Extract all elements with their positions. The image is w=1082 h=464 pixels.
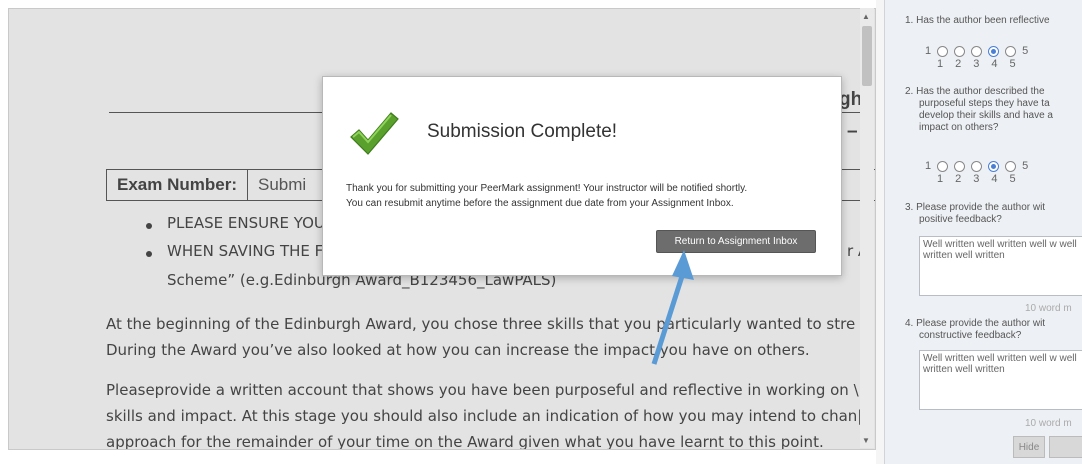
exam-number-label: Exam Number:: [107, 170, 248, 200]
secondary-button[interactable]: [1049, 436, 1082, 458]
bullet-dot: [146, 223, 152, 229]
scale-number: 3: [973, 173, 980, 185]
scale-number: 2: [955, 58, 962, 70]
q2-radio-3[interactable]: [971, 160, 983, 172]
scale-min-label: 1: [925, 160, 932, 172]
q1-radio-5[interactable]: [1005, 45, 1017, 57]
checkmark-icon: [350, 112, 399, 155]
q2-radio-2[interactable]: [954, 160, 966, 172]
question-3-line-2: positive feedback?: [919, 214, 1002, 225]
q1-radio-1[interactable]: [937, 45, 949, 57]
q1-radio-3[interactable]: [971, 45, 983, 57]
question-4-line-2: constructive feedback?: [919, 330, 1022, 341]
scale-number: 4: [991, 58, 998, 70]
dialog-message-line-1: Thank you for submitting your PeerMark a…: [346, 183, 748, 194]
q1-radio-4[interactable]: [988, 45, 1000, 57]
scale-max-label: 5: [1022, 45, 1029, 57]
question-1-scale: 1 5: [925, 45, 1028, 57]
scroll-down-icon[interactable]: ▼: [862, 436, 870, 445]
constructive-feedback-textarea[interactable]: Well written well written well w well wr…: [919, 350, 1082, 410]
question-2-scale: 1 5: [925, 160, 1028, 172]
document-heading-dash: –: [847, 121, 858, 142]
dialog-title: Submission Complete!: [427, 121, 618, 142]
submission-complete-dialog: Submission Complete! Thank you for submi…: [322, 76, 842, 276]
q2-radio-1[interactable]: [937, 160, 949, 172]
document-scroll-thumb[interactable]: [862, 26, 872, 86]
q2-radio-4[interactable]: [988, 160, 1000, 172]
question-4-line-1: 4. Please provide the author wit: [905, 318, 1046, 329]
word-count-3: 10 word m: [1025, 303, 1072, 314]
paragraph-1-line-1: At the beginning of the Edinburgh Award,…: [106, 315, 856, 333]
question-2-line-2: purposeful steps they have ta: [919, 98, 1050, 109]
return-to-assignment-inbox-button[interactable]: Return to Assignment Inbox: [656, 230, 816, 253]
question-2-line-1: 2. Has the author described the: [905, 86, 1045, 97]
question-1-scale-numbers: 1 2 3 4 5: [937, 58, 1016, 70]
scale-number: 3: [973, 58, 980, 70]
word-count-4: 10 word m: [1025, 418, 1072, 429]
scale-max-label: 5: [1022, 160, 1029, 172]
paragraph-2-line-2: skills and impact. At this stage you sho…: [106, 407, 863, 425]
scale-number: 4: [991, 173, 998, 185]
peermark-questions-panel: 1. Has the author been reflective 1 5 1 …: [884, 0, 1082, 464]
q1-radio-2[interactable]: [954, 45, 966, 57]
scale-number: 2: [955, 173, 962, 185]
scale-min-label: 1: [925, 45, 932, 57]
bullet-item-1: PLEASE ENSURE YOU: [167, 214, 325, 232]
question-2-line-3: develop their skills and have a: [919, 110, 1053, 121]
dialog-message-line-2: You can resubmit anytime before the assi…: [346, 198, 734, 209]
paragraph-1-line-2: During the Award you’ve also looked at h…: [106, 341, 810, 359]
scale-number: 5: [1009, 58, 1016, 70]
bullet-item-2: WHEN SAVING THE F: [167, 242, 324, 260]
question-2-scale-numbers: 1 2 3 4 5: [937, 173, 1016, 185]
panel-splitter[interactable]: [876, 0, 884, 464]
scale-number: 1: [937, 58, 944, 70]
scroll-up-icon[interactable]: ▲: [862, 12, 870, 21]
question-2-line-4: impact on others?: [919, 122, 999, 133]
document-heading-fragment: gh: [839, 89, 863, 110]
paragraph-2-line-1: Pleaseprovide a written account that sho…: [106, 381, 859, 399]
question-1-text: 1. Has the author been reflective: [905, 15, 1050, 26]
positive-feedback-textarea[interactable]: Well written well written well w well wr…: [919, 236, 1082, 296]
bullet-dot: [146, 251, 152, 257]
exam-number-value: Submi: [257, 175, 307, 194]
question-3-line-1: 3. Please provide the author wit: [905, 202, 1046, 213]
hide-button[interactable]: Hide: [1013, 436, 1045, 458]
scale-number: 5: [1009, 173, 1016, 185]
dialog-message: Thank you for submitting your PeerMark a…: [346, 181, 747, 211]
paragraph-2-line-3: approach for the remainder of your time …: [106, 433, 824, 450]
q2-radio-5[interactable]: [1005, 160, 1017, 172]
scale-number: 1: [937, 173, 944, 185]
